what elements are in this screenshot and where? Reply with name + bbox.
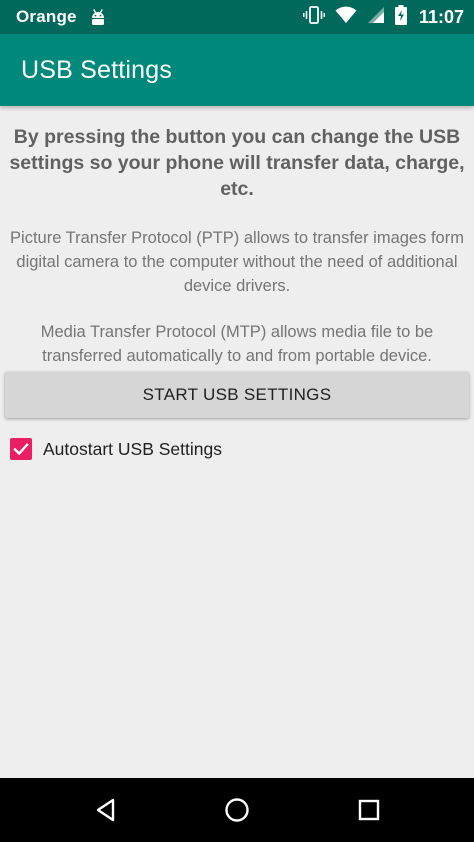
app-title: USB Settings (21, 55, 173, 84)
checkmark-icon (13, 443, 29, 456)
android-icon (89, 8, 107, 26)
vibrate-icon (303, 5, 325, 30)
battery-charging-icon (394, 4, 407, 30)
mtp-description: Media Transfer Protocol (MTP) allows med… (40, 323, 434, 365)
autostart-checkbox-row[interactable]: Autostart USB Settings (10, 436, 222, 462)
start-usb-settings-button[interactable]: START USB SETTINGS (5, 372, 469, 418)
home-icon[interactable] (205, 778, 269, 842)
status-left: Orange (16, 7, 303, 27)
cell-signal-icon (367, 6, 385, 29)
app-bar: USB Settings (0, 34, 474, 106)
ptp-description: Picture Transfer Protocol (PTP) allows t… (10, 229, 464, 295)
wifi-icon (335, 6, 357, 29)
carrier-name: Orange (16, 7, 77, 26)
back-icon[interactable] (74, 778, 138, 842)
autostart-label: Autostart USB Settings (43, 438, 222, 459)
intro-headline: By pressing the button you can change th… (9, 126, 465, 200)
clock: 11:07 (418, 6, 464, 27)
status-bar: Orange 11:07 (0, 0, 474, 34)
autostart-checkbox[interactable] (10, 438, 32, 460)
status-right: 11:07 (303, 4, 464, 30)
main-content: By pressing the button you can change th… (0, 106, 474, 368)
start-button-label: START USB SETTINGS (142, 385, 332, 404)
navigation-bar (0, 778, 474, 842)
recents-icon[interactable] (337, 778, 401, 842)
